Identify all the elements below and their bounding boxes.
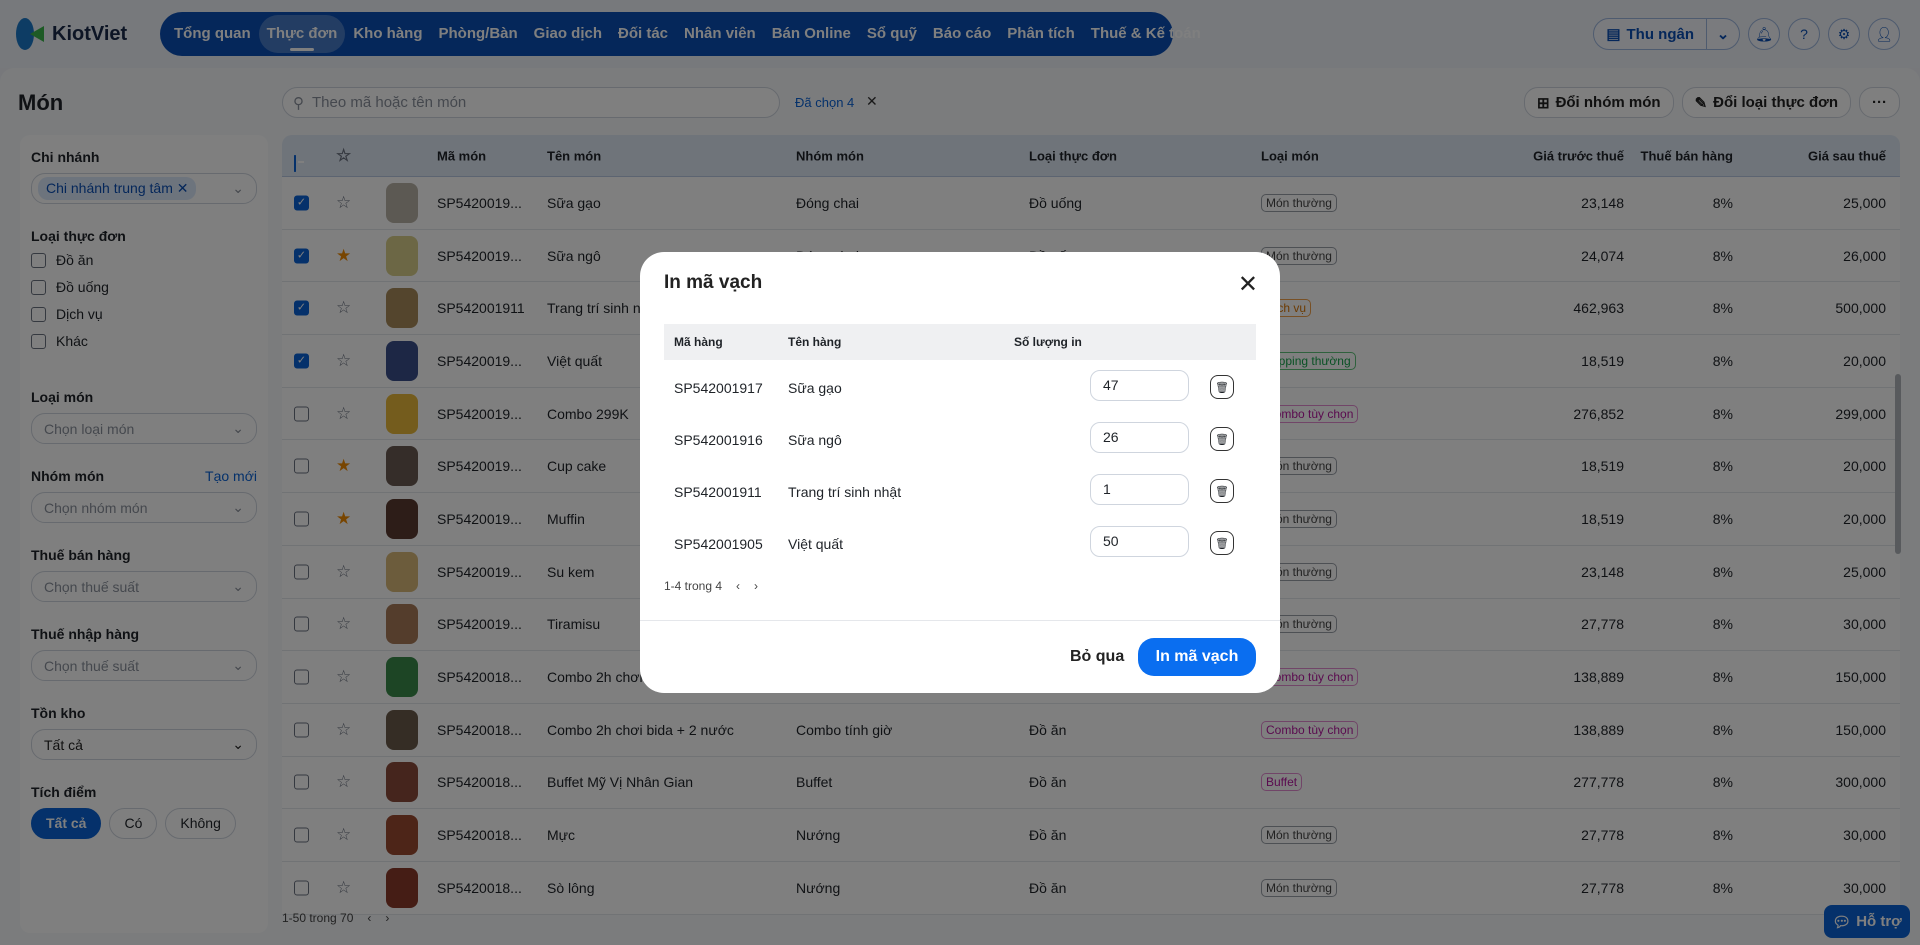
item-code: SP542001911 (674, 484, 762, 500)
print-quantity-input[interactable]: 47 (1090, 370, 1189, 401)
dialog-table-header: Mã hàng Tên hàng Số lượng in (664, 324, 1256, 360)
print-quantity-input[interactable]: 50 (1090, 526, 1189, 557)
item-code: SP542001916 (674, 432, 763, 448)
trash-icon[interactable]: 🗑︎ (1210, 427, 1234, 451)
dialog-row: SP542001911 Trang trí sinh nhật 1 🗑︎ (664, 466, 1256, 518)
item-code: SP542001905 (674, 536, 763, 552)
header-item-name: Tên hàng (788, 335, 842, 349)
dialog-pagination: 1-4 trong 4 ‹ › (664, 579, 758, 593)
dialog-row: SP542001916 Sữa ngô 26 🗑︎ (664, 414, 1256, 466)
print-quantity-input[interactable]: 26 (1090, 422, 1189, 453)
trash-icon[interactable]: 🗑︎ (1210, 479, 1234, 503)
dialog-title: In mã vạch (664, 272, 763, 293)
item-name: Sữa ngô (788, 432, 842, 448)
prev-page-icon[interactable]: ‹ (736, 579, 740, 593)
close-icon[interactable]: ✕ (1238, 270, 1258, 299)
item-name: Việt quất (788, 536, 844, 552)
next-page-icon[interactable]: › (754, 579, 758, 593)
trash-icon[interactable]: 🗑︎ (1210, 375, 1234, 399)
print-barcode-dialog: In mã vạch ✕ Mã hàng Tên hàng Số lượng i… (640, 252, 1280, 693)
item-name: Sữa gạo (788, 380, 842, 396)
cancel-button[interactable]: Bỏ qua (1060, 638, 1134, 676)
dialog-row: SP542001917 Sữa gạo 47 🗑︎ (664, 362, 1256, 414)
item-name: Trang trí sinh nhật (788, 484, 902, 500)
print-barcode-button[interactable]: In mã vạch (1138, 638, 1256, 676)
header-item-code: Mã hàng (674, 335, 723, 349)
print-quantity-input[interactable]: 1 (1090, 474, 1189, 505)
trash-icon[interactable]: 🗑︎ (1210, 531, 1234, 555)
dialog-pager-text: 1-4 trong 4 (664, 579, 723, 593)
header-print-qty: Số lượng in (1014, 335, 1082, 349)
divider (640, 620, 1280, 621)
item-code: SP542001917 (674, 380, 763, 396)
dialog-row: SP542001905 Việt quất 50 🗑︎ (664, 518, 1256, 570)
